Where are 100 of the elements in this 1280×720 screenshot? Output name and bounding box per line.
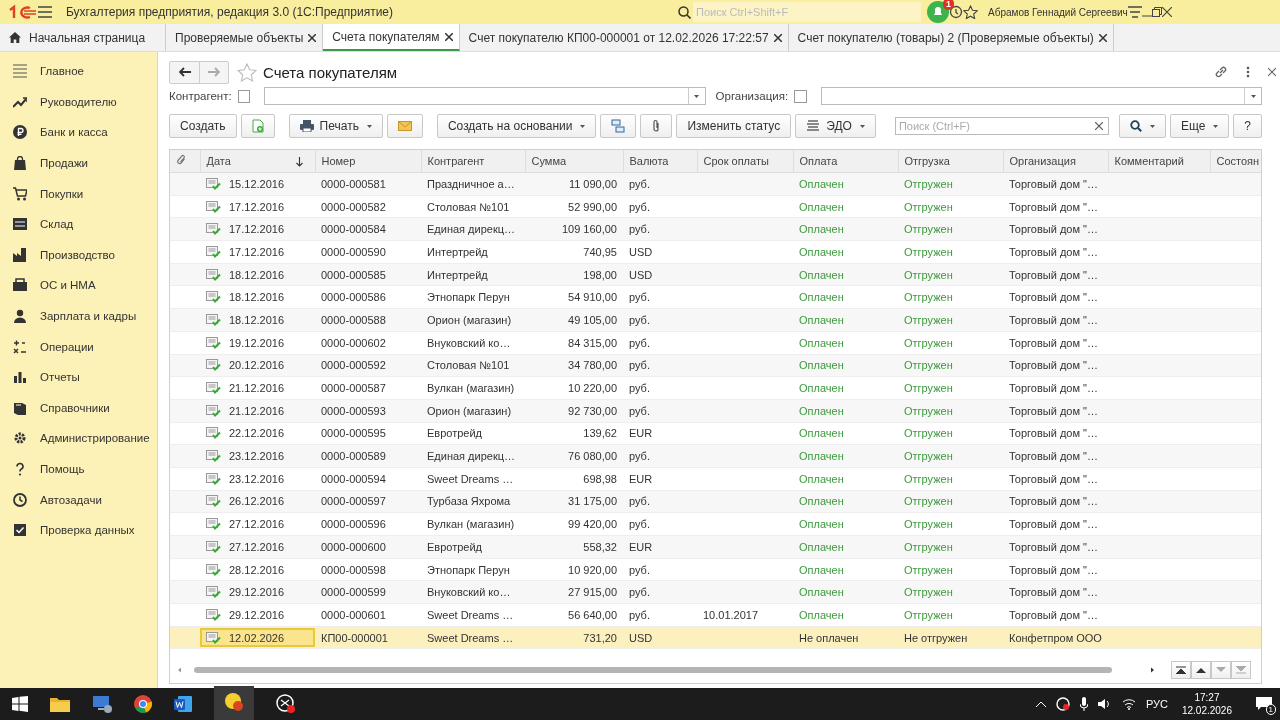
tab[interactable]: Начальная страница	[0, 24, 166, 51]
attach-button[interactable]	[640, 114, 673, 138]
word-processor-icon[interactable]	[174, 695, 192, 713]
clock-date[interactable]: 12.02.2026	[1181, 704, 1232, 717]
tab[interactable]: Счета покупателям	[323, 24, 460, 51]
sidebar-item[interactable]: Справочники	[0, 392, 157, 424]
table-row[interactable]: 23.12.2016 0000-000589 Единая дирекц… 76 080,00 руб. Оплачен Отгружен Торговый дом "…	[170, 444, 1261, 468]
table-row[interactable]: 23.12.2016 0000-000594 Sweet Dreams … 698,98 EUR Оплачен Отгружен Торговый дом "…	[170, 467, 1261, 491]
history-icon[interactable]	[949, 5, 963, 19]
table-row[interactable]: 18.12.2016 0000-000585 Интертрейд 198,00 USD Оплачен Отгружен Торговый дом "…	[170, 263, 1261, 286]
table-row[interactable]: 22.12.2016 0000-000595 Евротрейд 139,62 EUR Оплачен Отгружен Торговый дом "…	[170, 422, 1261, 445]
column-header[interactable]: Номер	[321, 155, 356, 167]
sidebar-item[interactable]: Производство	[0, 239, 157, 271]
settings-menu-icon[interactable]	[1127, 6, 1142, 18]
checkbox[interactable]	[237, 89, 251, 103]
dropdown-field[interactable]	[820, 87, 1262, 105]
table-row[interactable]: 18.12.2016 0000-000588 Орион (магазин) 49 105,00 руб. Оплачен Отгружен Торговый дом "…	[170, 308, 1261, 332]
close-icon[interactable]	[773, 33, 782, 42]
print-button[interactable]: Печать	[288, 114, 383, 138]
scroll-top-button[interactable]	[1171, 661, 1191, 679]
table-row[interactable]: 21.12.2016 0000-000593 Орион (магазин) 92 730,00 руб. Оплачен Отгружен Торговый дом "…	[170, 399, 1261, 423]
sidebar-item[interactable]: Отчеты	[0, 361, 157, 393]
sidebar-item[interactable]: Операции	[0, 331, 157, 362]
table-row[interactable]: 18.12.2016 0000-000586 Этнопарк Перун 54 910,00 руб. Оплачен Отгружен Торговый дом "…	[170, 285, 1261, 309]
close-icon[interactable]	[1268, 68, 1276, 76]
document-check-icon	[206, 200, 221, 213]
scroll-up-button[interactable]	[1191, 661, 1211, 679]
more-vert-icon[interactable]	[1246, 66, 1250, 78]
search-field[interactable]: Поиск (Ctrl+F)	[894, 117, 1109, 135]
close-icon[interactable]	[1161, 7, 1172, 17]
sidebar-item[interactable]: Покупки	[0, 178, 157, 209]
chevron-up-icon[interactable]	[1035, 701, 1046, 707]
clear-icon[interactable]	[1094, 122, 1103, 130]
clock-time[interactable]: 17:27	[1194, 691, 1220, 704]
sidebar-item[interactable]: Склад	[0, 208, 157, 240]
restore-icon[interactable]	[1151, 7, 1162, 17]
sort-down-icon[interactable]	[295, 157, 303, 167]
windows-start-icon[interactable]	[12, 696, 28, 712]
table-row[interactable]: 29.12.2016 0000-000601 Sweet Dreams … 56 640,00 руб. 10.01.2017 Оплачен Отгружен Торговый дом "…	[170, 603, 1261, 627]
table-row[interactable]: 21.12.2016 0000-000587 Вулкан (магазин) 10 220,00 руб. Оплачен Отгружен Торговый дом "…	[170, 376, 1261, 400]
search-field[interactable]: Поиск Ctrl+Shift+F	[693, 2, 921, 22]
search-icon[interactable]	[678, 5, 691, 19]
table-row[interactable]: 17.12.2016 0000-000584 Единая дирекц… 109 160,00 руб. Оплачен Отгружен Торговый дом "…	[170, 217, 1261, 241]
table-row[interactable]: 15.12.2016 0000-000581 Праздничное а… 11 090,00 руб. Оплачен Отгружен Торговый дом "…	[170, 172, 1261, 196]
table-row[interactable]: 27.12.2016 0000-000600 Евротрейд 558,32 EUR Оплачен Отгружен Торговый дом "…	[170, 535, 1261, 559]
sidebar-item[interactable]: Зарплата и кадры	[0, 300, 157, 332]
wifi-icon[interactable]	[1121, 698, 1136, 710]
edo-button[interactable]: ЭДО	[795, 114, 876, 138]
notification-center-icon[interactable]	[1256, 697, 1272, 711]
star-icon[interactable]	[963, 5, 978, 19]
table-row[interactable]: 12.02.2026 КП00-000001 Sweet Dreams … 731,20 USD Не оплачен Не отгружен Конфетпром ООО	[170, 626, 1261, 649]
sidebar-item[interactable]: Руководителю	[0, 86, 157, 118]
table-row[interactable]: 26.12.2016 0000-000597 Турбаза Яхрома 31 175,00 руб. Оплачен Отгружен Торговый дом "…	[170, 490, 1261, 513]
create-button[interactable]: Создать	[169, 114, 237, 138]
microphone-icon[interactable]	[1079, 697, 1088, 711]
tab[interactable]: Счет покупателю (товары) 2 (Проверяемые объекты)	[788, 24, 1114, 51]
sidebar-item[interactable]: Администрирование	[0, 423, 157, 454]
link-icon[interactable]	[1214, 65, 1228, 79]
speaker-icon[interactable]	[1097, 698, 1112, 710]
table-row[interactable]: 29.12.2016 0000-000599 Внуковский ко… 27 915,00 руб. Оплачен Отгружен Торговый дом "…	[170, 580, 1261, 604]
menu-icon[interactable]	[38, 6, 52, 18]
sidebar-item[interactable]: Банк и касса	[0, 117, 157, 148]
recorder-icon[interactable]	[276, 694, 296, 714]
create-based-on-button[interactable]: Создать на основании	[436, 114, 597, 138]
table-row[interactable]: 17.12.2016 0000-000590 Интертрейд 740,95 USD Оплачен Отгружен Торговый дом "…	[170, 240, 1261, 264]
column-header[interactable]: Оплата	[799, 155, 838, 167]
table-row[interactable]: 17.12.2016 0000-000582 Столовая №101 52 990,00 руб. Оплачен Отгружен Торговый дом "…	[170, 195, 1261, 218]
sidebar-item[interactable]: Главное	[0, 56, 157, 87]
change-status-button[interactable]: Изменить статус	[676, 114, 792, 138]
more-button[interactable]: Еще	[1169, 114, 1230, 138]
browser-icon[interactable]	[134, 695, 152, 713]
tray-app-icon[interactable]	[1055, 697, 1070, 711]
tab[interactable]: Счет покупателю КП00-000001 от 12.02.2026 17:22:57	[459, 24, 789, 51]
sidebar-item[interactable]: Проверка данных	[0, 514, 157, 546]
table-row[interactable]: 27.12.2016 0000-000596 Вулкан (магазин) 99 420,00 руб. Оплачен Отгружен Торговый дом "…	[170, 512, 1261, 536]
table-row[interactable]: 20.12.2016 0000-000592 Столовая №101 34 780,00 руб. Оплачен Отгружен Торговый дом "…	[170, 354, 1261, 377]
checkbox[interactable]	[794, 89, 807, 103]
search-button[interactable]	[1118, 114, 1166, 138]
sidebar-item[interactable]: ОС и НМА	[0, 270, 157, 301]
horizontal-scrollbar[interactable]	[176, 665, 1156, 675]
folder-icon[interactable]	[50, 696, 70, 712]
email-button[interactable]	[386, 114, 423, 138]
sidebar-item[interactable]: Помощь	[0, 453, 157, 485]
language-indicator[interactable]: РУС	[1145, 698, 1168, 710]
dropdown-field[interactable]	[264, 87, 706, 105]
help-button[interactable]: ?	[1233, 114, 1262, 138]
close-icon[interactable]	[1098, 33, 1107, 42]
star-icon[interactable]	[237, 62, 257, 82]
document-check-icon	[206, 540, 221, 553]
sidebar-item[interactable]: Продажи	[0, 147, 157, 179]
close-icon[interactable]	[444, 32, 453, 41]
bell-icon[interactable]	[927, 1, 949, 23]
sidebar-item[interactable]: Автозадачи	[0, 484, 157, 515]
table-row[interactable]: 19.12.2016 0000-000602 Внуковский ко… 84 315,00 руб. Оплачен Отгружен Торговый дом "…	[170, 331, 1261, 354]
table-row[interactable]: 28.12.2016 0000-000598 Этнопарк Перун 10 920,00 руб. Оплачен Отгружен Торговый дом "…	[170, 558, 1261, 581]
column-header[interactable]: Сумма	[531, 155, 567, 167]
computer-icon[interactable]	[92, 695, 112, 713]
close-icon[interactable]	[308, 33, 317, 42]
app-badge-icon[interactable]	[224, 691, 244, 712]
column-header[interactable]: Дата	[206, 155, 231, 167]
